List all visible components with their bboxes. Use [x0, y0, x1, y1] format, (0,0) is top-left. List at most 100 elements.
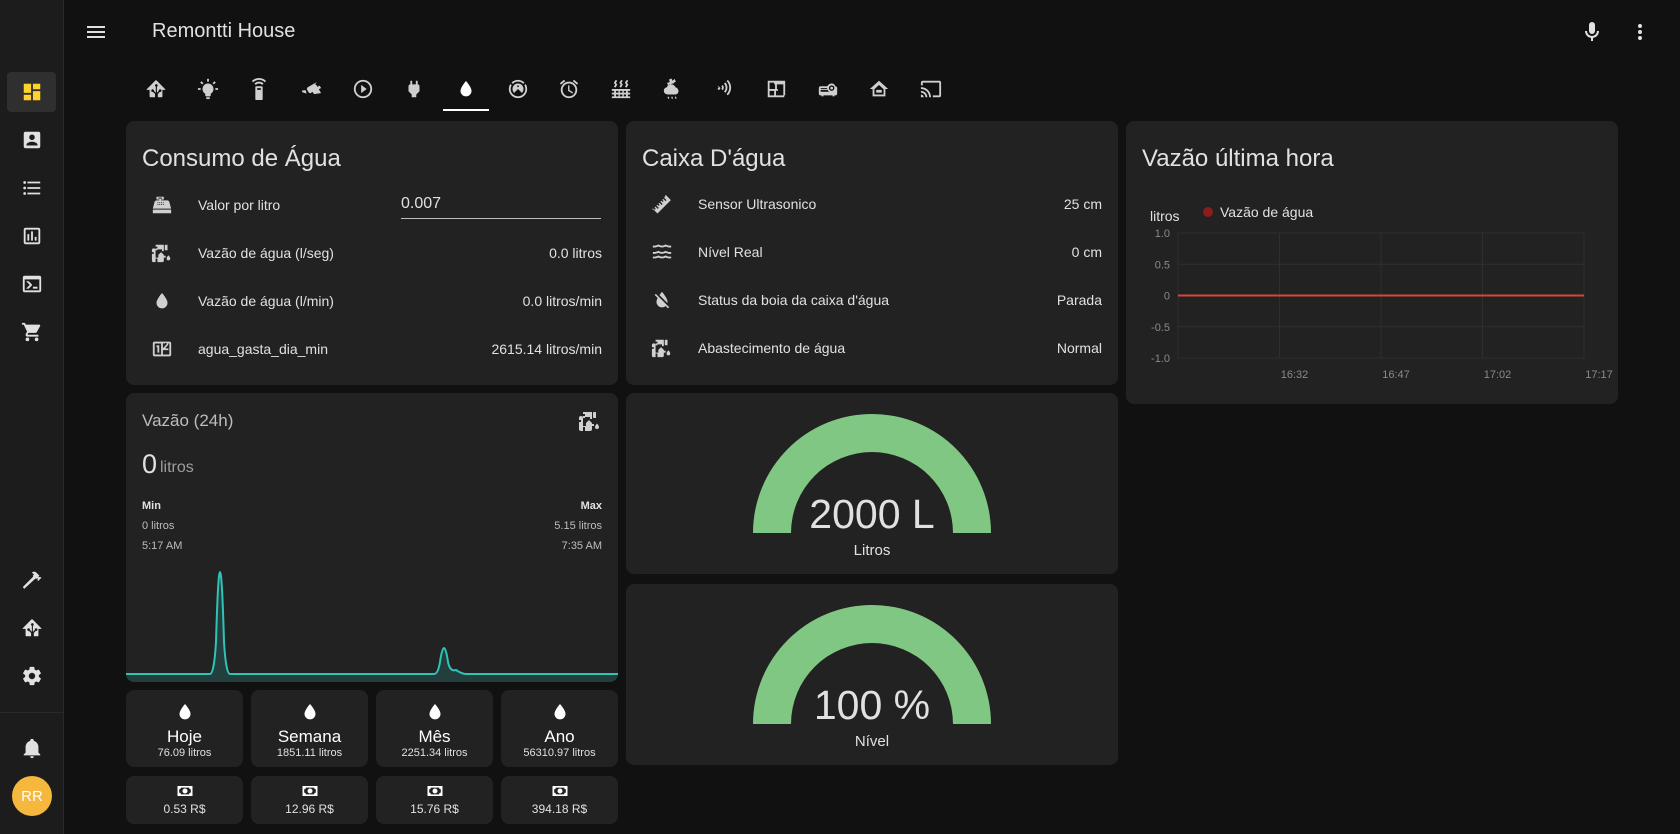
- total-card-ano[interactable]: Ano 56310.97 litros: [501, 690, 618, 767]
- entity-row[interactable]: Abastecimento de água Normal: [642, 328, 1102, 368]
- min-time: 5:17 AM: [142, 540, 183, 552]
- tab-projector[interactable]: [802, 65, 854, 113]
- home-assistant-icon: [22, 619, 41, 637]
- play-circle-icon: [353, 79, 372, 99]
- entity-row[interactable]: Vazão de água (l/min) 0.0 litros/min: [142, 281, 602, 321]
- tab-home[interactable]: [130, 65, 182, 113]
- tab-floor-plan[interactable]: [750, 65, 802, 113]
- entity-row[interactable]: Vazão de água (l/seg) 0.0 litros: [142, 233, 602, 273]
- sidebar-item-shopping-list[interactable]: [7, 312, 56, 352]
- view-dashboard-icon: [23, 83, 40, 101]
- dots-vertical-icon[interactable]: [1628, 20, 1652, 49]
- cost-card-mes[interactable]: 15.76 R$: [376, 776, 493, 824]
- console-icon: [22, 275, 41, 293]
- water-icon: [554, 703, 565, 720]
- home-assistant-icon: [146, 80, 166, 98]
- vazao-24h-card[interactable]: Vazão (24h) 0 litros Min 0 litros 5:17 A…: [126, 393, 618, 682]
- sidebar-item-hacs[interactable]: [7, 608, 56, 648]
- cost-card-hoje[interactable]: 0.53 R$: [126, 776, 243, 824]
- vazao-24h-unit: litros: [160, 459, 194, 476]
- tab-house[interactable]: [854, 65, 906, 113]
- tab-climate[interactable]: [595, 65, 647, 113]
- water-icon: [179, 703, 190, 720]
- cash-icon: [302, 786, 317, 796]
- robot-vacuum-icon: [508, 79, 527, 99]
- gauge-value: 100 %: [813, 682, 931, 728]
- remote-icon: [252, 78, 267, 100]
- total-card-hoje[interactable]: Hoje 76.09 litros: [126, 690, 243, 767]
- total-card-mes[interactable]: Mês 2251.34 litros: [376, 690, 493, 767]
- cost-card-ano[interactable]: 394.18 R$: [501, 776, 618, 824]
- tab-media[interactable]: [337, 65, 389, 113]
- tab-alarm[interactable]: [544, 65, 596, 113]
- sidebar-item-developer-tools[interactable]: [7, 560, 56, 600]
- chart-x-tick: 16:32: [1281, 369, 1309, 381]
- consumo-card: Consumo de Água Valor por litro 0.007 Va…: [126, 121, 618, 385]
- hammer-icon: [22, 571, 41, 589]
- consumo-title: Consumo de Água: [142, 145, 341, 172]
- chart-x-tick: 16:47: [1382, 369, 1410, 381]
- vazao-24h-value: 0: [142, 449, 158, 479]
- water-off-icon: [654, 291, 670, 309]
- entity-row[interactable]: Sensor Ultrasonico 25 cm: [642, 184, 1102, 224]
- gauge-label: Litros: [853, 542, 891, 559]
- sidebar-item-history[interactable]: [7, 216, 56, 256]
- sparkline-area: [126, 572, 618, 682]
- total-card-semana[interactable]: Semana 1851.11 litros: [251, 690, 368, 767]
- entity-row[interactable]: Nível Real 0 cm: [642, 232, 1102, 272]
- min-value: 0 litros: [142, 520, 175, 532]
- water-pump-icon: [578, 409, 602, 438]
- sidebar-item-notifications[interactable]: [7, 728, 56, 768]
- chart-x-tick: 17:17: [1585, 369, 1613, 381]
- tab-cameras[interactable]: [285, 65, 337, 113]
- chart-y-tick: -1.0: [1151, 353, 1170, 365]
- menu-icon[interactable]: [84, 20, 108, 44]
- tab-cast[interactable]: [905, 65, 957, 113]
- vazao-hora-chart: litros Vazão de água 1.0 0.5 0 -0.5 -1.0 16:3…: [1150, 204, 1613, 381]
- gauge-card-litros[interactable]: 2000 L Litros: [626, 393, 1118, 574]
- sidebar-item-map[interactable]: [7, 120, 56, 160]
- entity-row[interactable]: Status da boia da caixa d'água Parada: [642, 280, 1102, 320]
- water-icon: [429, 703, 440, 720]
- water-icon: [156, 292, 168, 309]
- tab-weather[interactable]: [647, 65, 699, 113]
- sidebar-item-logbook[interactable]: [7, 168, 56, 208]
- floor-plan-icon: [767, 80, 786, 98]
- tab-water[interactable]: [440, 65, 492, 113]
- sparkline-line: [126, 570, 618, 675]
- chart-legend-label[interactable]: Vazão de água: [1220, 204, 1313, 220]
- power-plug-icon: [408, 80, 420, 98]
- microphone-icon[interactable]: [1580, 20, 1604, 49]
- min-label: Min: [142, 500, 161, 512]
- home-roof-icon: [870, 80, 889, 97]
- sidebar-item-terminal[interactable]: [7, 264, 56, 304]
- tab-remote[interactable]: [233, 65, 285, 113]
- format-list-bulleted-icon: [22, 181, 40, 195]
- cash-icon: [552, 786, 567, 796]
- top-bar: Remontti House: [64, 0, 1680, 65]
- tab-energy[interactable]: [388, 65, 440, 113]
- cart-icon: [21, 322, 40, 342]
- projector-icon: [818, 83, 837, 97]
- tab-lights[interactable]: [182, 65, 234, 113]
- alarm-icon: [560, 79, 579, 99]
- gauge-card-nivel[interactable]: 100 % Nível: [626, 584, 1118, 765]
- sidebar: RR: [0, 0, 64, 834]
- vazao-24h-title: Vazão (24h): [142, 411, 234, 430]
- radiator-icon: [611, 79, 631, 99]
- max-value: 5.15 litros: [554, 520, 602, 532]
- sidebar-item-settings[interactable]: [7, 656, 56, 696]
- caixa-card: Caixa D'água Sensor Ultrasonico 25 cm Ní…: [626, 121, 1118, 385]
- tab-vacuum[interactable]: [492, 65, 544, 113]
- page-title: Remontti House: [152, 20, 296, 42]
- cash-register-icon: [152, 196, 172, 214]
- sidebar-item-overview[interactable]: [7, 72, 56, 112]
- cast-icon: [921, 80, 942, 98]
- tab-nfc[interactable]: [699, 65, 751, 113]
- entity-row[interactable]: agua_gasta_dia_min 2615.14 litros/min: [142, 329, 602, 369]
- legend-swatch: [1203, 207, 1213, 217]
- counter-icon: [152, 341, 172, 357]
- cost-card-semana[interactable]: 12.96 R$: [251, 776, 368, 824]
- avatar[interactable]: RR: [12, 776, 52, 816]
- valor-por-litro-input[interactable]: 0.007: [401, 193, 601, 219]
